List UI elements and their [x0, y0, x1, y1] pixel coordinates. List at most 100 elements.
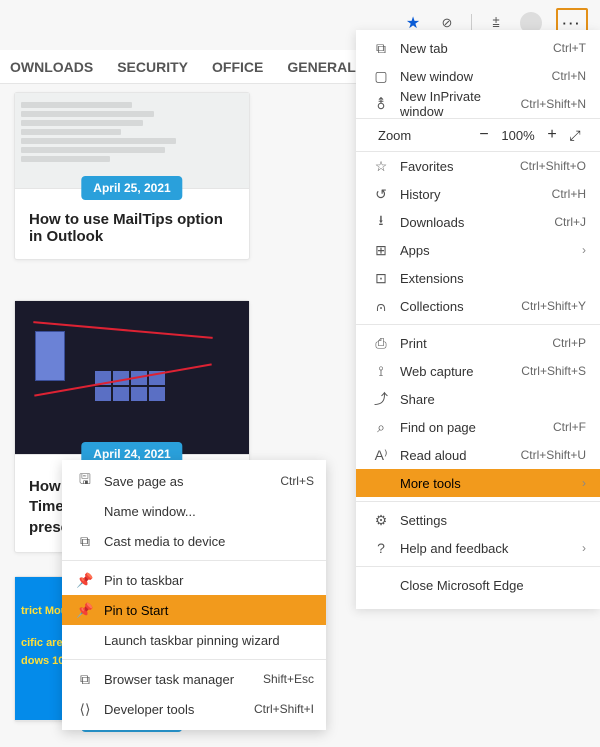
- nav-downloads[interactable]: OWNLOADS: [10, 59, 93, 75]
- pin-to-taskbar-icon: 📌: [74, 572, 96, 589]
- menu-item-new-window[interactable]: ▢ New windowCtrl+N: [356, 62, 600, 90]
- menu-item-label: Read aloud: [400, 448, 521, 463]
- menu-item-new-tab[interactable]: ⧉New tabCtrl+T: [356, 34, 600, 62]
- menu-shortcut: Ctrl+J: [554, 215, 586, 229]
- submenu-shortcut: Ctrl+S: [280, 474, 314, 488]
- submenu-item-label: Pin to Start: [104, 603, 314, 618]
- date-badge: April 25, 2021: [81, 176, 182, 200]
- extensions-icon: ⊡: [370, 270, 392, 287]
- menu-item-close-microsoft-edge[interactable]: Close Microsoft Edge: [356, 571, 600, 599]
- collections-icon: ⩀: [370, 298, 392, 315]
- menu-item-label: New InPrivate window: [400, 89, 521, 119]
- downloads-icon: ⭳: [370, 210, 392, 234]
- submenu-item-launch-taskbar-pinning-wizard[interactable]: Launch taskbar pinning wizard: [62, 625, 326, 655]
- menu-item-collections[interactable]: ⩀CollectionsCtrl+Shift+Y: [356, 292, 600, 320]
- submenu-item-pin-to-start[interactable]: 📌 Pin to Start: [62, 595, 326, 625]
- menu-item-new-inprivate-window[interactable]: ⚨ New InPrivate windowCtrl+Shift+N: [356, 90, 600, 118]
- menu-item-read-aloud[interactable]: A⁾Read aloudCtrl+Shift+U: [356, 441, 600, 469]
- menu-separator: [62, 560, 326, 561]
- submenu-shortcut: Shift+Esc: [263, 672, 314, 686]
- menu-item-label: Favorites: [400, 159, 520, 174]
- menu-item-label: New tab: [400, 41, 553, 56]
- settings-icon: ⚙: [370, 512, 392, 529]
- zoom-in-button[interactable]: +: [540, 126, 564, 144]
- nav-office[interactable]: OFFICE: [212, 59, 263, 75]
- article-card-1[interactable]: April 25, 2021 How to use MailTips optio…: [14, 92, 250, 260]
- menu-item-label: Web capture: [400, 364, 521, 379]
- history-icon: ↺: [370, 186, 392, 203]
- submenu-item-label: Launch taskbar pinning wizard: [104, 633, 314, 648]
- submenu-item-pin-to-taskbar[interactable]: 📌 Pin to taskbar: [62, 565, 326, 595]
- menu-item-label: Print: [400, 336, 552, 351]
- menu-item-extensions[interactable]: ⊡Extensions: [356, 264, 600, 292]
- card-thumbnail: April 25, 2021: [15, 93, 249, 189]
- menu-item-label: Collections: [400, 299, 521, 314]
- menu-item-label: More tools: [400, 476, 576, 491]
- submenu-item-name-window-[interactable]: Name window...: [62, 496, 326, 526]
- submenu-item-label: Pin to taskbar: [104, 573, 314, 588]
- menu-separator: [356, 324, 600, 325]
- menu-item-label: Help and feedback: [400, 541, 576, 556]
- menu-shortcut: Ctrl+H: [552, 187, 586, 201]
- print-icon: ⎙: [370, 335, 392, 352]
- cast-media-to-device-icon: ⧉: [74, 533, 96, 550]
- favorites-icon: ☆: [370, 158, 392, 175]
- menu-item-label: New window: [400, 69, 552, 84]
- menu-item-apps[interactable]: ⊞Apps›: [356, 236, 600, 264]
- menu-item-history[interactable]: ↺ HistoryCtrl+H: [356, 180, 600, 208]
- browser-main-menu: ⧉New tabCtrl+T ▢ New windowCtrl+N ⚨ New InPr…: [356, 30, 600, 609]
- zoom-value: 100%: [496, 128, 540, 143]
- developer-tools-icon: ⟨⟩: [74, 701, 96, 718]
- submenu-item-label: Save page as: [104, 474, 280, 489]
- menu-separator: [62, 659, 326, 660]
- zoom-label: Zoom: [370, 128, 472, 143]
- browser-task-manager-icon: ⧉: [74, 671, 96, 688]
- menu-shortcut: Ctrl+Shift+N: [521, 97, 586, 111]
- menu-item-label: History: [400, 187, 552, 202]
- menu-shortcut: Ctrl+Shift+S: [521, 364, 586, 378]
- fullscreen-icon[interactable]: ⤢: [564, 127, 586, 144]
- nav-security[interactable]: SECURITY: [117, 59, 188, 75]
- menu-item-favorites[interactable]: ☆ FavoritesCtrl+Shift+O: [356, 152, 600, 180]
- submenu-item-label: Cast media to device: [104, 534, 314, 549]
- menu-item-label: Find on page: [400, 420, 553, 435]
- new-window-icon: ▢: [370, 68, 392, 85]
- menu-item-share[interactable]: ⤴ Share: [356, 385, 600, 413]
- save-page-as-icon: 🖫: [74, 469, 96, 493]
- new-inprivate-window-icon: ⚨: [370, 96, 392, 113]
- submenu-item-save-page-as[interactable]: 🖫 Save page asCtrl+S: [62, 466, 326, 496]
- submenu-item-label: Browser task manager: [104, 672, 263, 687]
- menu-item-more-tools[interactable]: More tools›: [356, 469, 600, 497]
- menu-shortcut: Ctrl+P: [552, 336, 586, 350]
- submenu-shortcut: Ctrl+Shift+I: [254, 702, 314, 716]
- menu-separator: [356, 501, 600, 502]
- pin-to-start-icon: 📌: [74, 602, 96, 619]
- menu-item-label: Share: [400, 392, 586, 407]
- menu-item-help-and-feedback[interactable]: ?Help and feedback›: [356, 534, 600, 562]
- submenu-item-cast-media-to-device[interactable]: ⧉ Cast media to device: [62, 526, 326, 556]
- menu-shortcut: Ctrl+T: [553, 41, 586, 55]
- chevron-right-icon: ›: [582, 243, 586, 257]
- menu-item-label: Apps: [400, 243, 576, 258]
- submenu-item-label: Name window...: [104, 504, 314, 519]
- submenu-item-developer-tools[interactable]: ⟨⟩ Developer toolsCtrl+Shift+I: [62, 694, 326, 724]
- menu-item-label: Settings: [400, 513, 586, 528]
- nav-general[interactable]: GENERAL: [287, 59, 355, 75]
- submenu-item-browser-task-manager[interactable]: ⧉ Browser task managerShift+Esc: [62, 664, 326, 694]
- menu-item-print[interactable]: ⎙ PrintCtrl+P: [356, 329, 600, 357]
- menu-item-downloads[interactable]: ⭳ DownloadsCtrl+J: [356, 208, 600, 236]
- menu-item-settings[interactable]: ⚙ Settings: [356, 506, 600, 534]
- menu-shortcut: Ctrl+N: [552, 69, 586, 83]
- submenu-item-label: Developer tools: [104, 702, 254, 717]
- find-on-page-icon: ⌕: [370, 419, 392, 436]
- card-thumbnail: April 24, 2021: [15, 301, 249, 455]
- zoom-out-button[interactable]: −: [472, 126, 496, 144]
- menu-item-find-on-page[interactable]: ⌕ Find on pageCtrl+F: [356, 413, 600, 441]
- menu-shortcut: Ctrl+Shift+O: [520, 159, 586, 173]
- menu-shortcut: Ctrl+F: [553, 420, 586, 434]
- menu-item-web-capture[interactable]: ⟟ Web captureCtrl+Shift+S: [356, 357, 600, 385]
- web-capture-icon: ⟟: [370, 363, 392, 380]
- menu-item-label: Close Microsoft Edge: [400, 578, 586, 593]
- menu-item-label: Downloads: [400, 215, 554, 230]
- share-icon: ⤴: [370, 389, 392, 409]
